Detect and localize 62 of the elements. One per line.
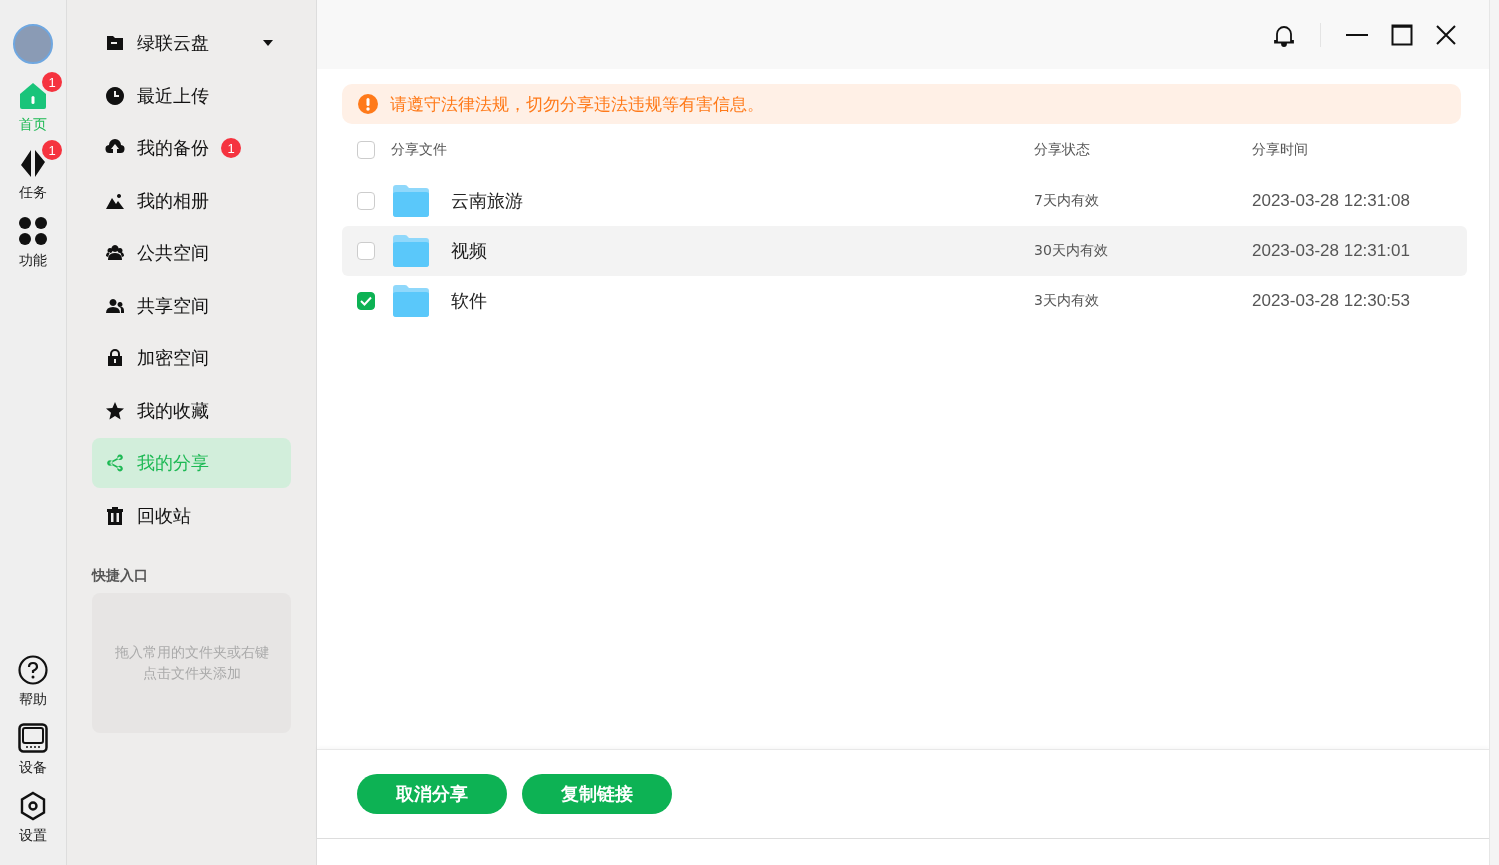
share-icon xyxy=(105,453,125,473)
public-icon xyxy=(105,243,125,263)
sidebar-item[interactable]: 我的相册 xyxy=(92,175,291,226)
column-header: 分享文件 xyxy=(391,141,448,159)
sidebar-item[interactable]: 我的收藏 xyxy=(92,385,291,436)
table-row[interactable]: 视频 30天内有效 2023-03-28 12:31:01 xyxy=(342,226,1467,276)
warning-text: 请遵守法律法规，切勿分享违法违规等有害信息。 xyxy=(390,92,764,116)
checkbox[interactable] xyxy=(357,192,375,210)
select-all-checkbox[interactable] xyxy=(357,141,375,159)
scrollbar[interactable] xyxy=(1489,0,1499,865)
rail-item[interactable]: 设备 xyxy=(2,715,64,777)
rail-item[interactable]: 1 任务 xyxy=(2,140,64,202)
file-name: 视频 xyxy=(451,239,488,263)
warning-icon xyxy=(358,94,378,114)
rail-item[interactable]: 1 首页 xyxy=(2,72,64,134)
star-icon xyxy=(105,400,125,421)
share-time: 2023-03-28 12:30:53 xyxy=(1252,291,1411,311)
rail-item[interactable]: 帮助 xyxy=(2,647,64,709)
sidebar-item[interactable]: 最近上传 xyxy=(92,70,291,121)
count-badge: 1 xyxy=(42,72,62,92)
caret-icon[interactable] xyxy=(262,39,274,47)
sidebar-item[interactable]: 我的备份 1 xyxy=(92,123,291,173)
sidebar-item[interactable]: 加密空间 xyxy=(92,333,291,383)
count-badge: 1 xyxy=(42,140,62,160)
column-header: 分享时间 xyxy=(1252,141,1309,159)
apps-icon xyxy=(18,216,48,246)
arrows-icon xyxy=(18,148,48,178)
rail-item[interactable]: 设置 xyxy=(2,783,64,845)
checkbox[interactable] xyxy=(357,242,375,260)
drop-hint: 拖入常用的文件夹或右键点击文件夹添加 xyxy=(113,642,270,683)
lock-icon xyxy=(105,348,125,368)
folder-icon xyxy=(393,184,429,218)
sidebar-item[interactable]: 公共空间 xyxy=(92,228,291,278)
table-row[interactable]: 云南旅游 7天内有效 2023-03-28 12:31:08 xyxy=(342,176,1467,226)
sidebar-item[interactable]: 共享空间 xyxy=(92,280,291,331)
share-time: 2023-03-28 12:31:08 xyxy=(1252,191,1411,211)
count-badge: 1 xyxy=(221,138,241,158)
maximize-icon[interactable] xyxy=(1391,23,1413,46)
sidebar-item[interactable]: 绿联云盘 xyxy=(92,18,291,68)
share-status: 30天内有效 xyxy=(1034,242,1109,260)
share-status: 3天内有效 xyxy=(1034,292,1100,310)
recent-icon xyxy=(105,85,125,106)
help-icon xyxy=(18,655,48,685)
close-icon[interactable] xyxy=(1435,23,1457,46)
column-header: 分享状态 xyxy=(1034,141,1091,159)
share-status: 7天内有效 xyxy=(1034,192,1100,210)
home-icon xyxy=(18,80,48,110)
checkbox[interactable] xyxy=(357,292,375,310)
section-title: 快捷入口 xyxy=(92,566,149,585)
drive-icon xyxy=(105,33,125,53)
trash-icon xyxy=(105,505,125,526)
rail-item[interactable]: 功能 xyxy=(2,208,64,270)
sidebar-item[interactable]: 回收站 xyxy=(92,490,291,541)
settings-icon xyxy=(18,791,48,821)
avatar[interactable] xyxy=(13,24,53,64)
file-name: 云南旅游 xyxy=(451,189,524,213)
folder-icon xyxy=(393,284,429,318)
share-time: 2023-03-28 12:31:01 xyxy=(1252,241,1411,261)
table-row[interactable]: 软件 3天内有效 2023-03-28 12:30:53 xyxy=(342,276,1467,326)
file-name: 软件 xyxy=(451,289,488,313)
monitor-icon xyxy=(18,723,48,753)
folder-icon xyxy=(393,234,429,268)
